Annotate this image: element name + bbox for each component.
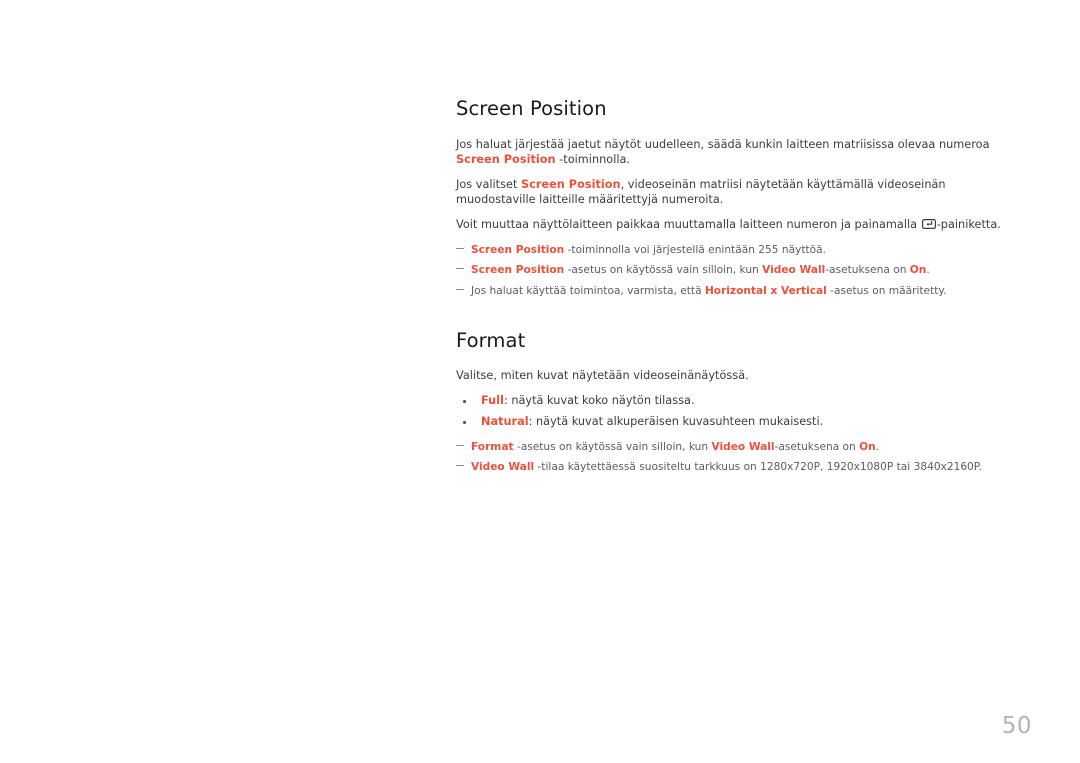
page-content: Screen Position Jos haluat järjestää jae… [456,96,1002,481]
page-number: 50 [1001,713,1032,739]
list-item-text: Natural: näytä kuvat alkuperäisen kuvasu… [481,415,823,428]
enter-key-icon [921,219,936,230]
section-screen-position: Screen Position Jos haluat järjestää jae… [456,96,1002,298]
document-page: Screen Position Jos haluat järjestää jae… [0,0,1080,763]
note-text: Video Wall -tilaa käytettäessä suositelt… [471,461,982,473]
accent-term: On [859,440,876,453]
note-dash-icon [456,268,464,270]
text-run: -asetuksena on [774,440,860,453]
bullet-dot-icon [463,421,466,425]
note-text: Jos haluat käyttää toimintoa, varmista, … [471,285,947,297]
text-run: Voit muuttaa näyttölaitteen paikkaa muut… [456,218,921,232]
text-run: -asetus on käytössä vain silloin, kun [513,440,712,453]
note-dash-icon [456,444,464,446]
text-run: -asetuksena on [825,264,910,277]
list-item: Full: näytä kuvat koko näytön tilassa. [456,394,1002,409]
accent-term: Video Wall [762,264,826,277]
text-run: -asetus on käytössä vain silloin, kun [564,264,763,277]
section-format: Format Valitse, miten kuvat näytetään vi… [456,328,1002,474]
list-item: Natural: näytä kuvat alkuperäisen kuvasu… [456,415,1002,430]
accent-term: Screen Position [521,178,621,192]
note-item: Jos haluat käyttää toimintoa, varmista, … [456,285,1002,298]
note-item: Screen Position -asetus on käytössä vain… [456,264,1002,277]
text-run: Jos haluat käyttää toimintoa, varmista, … [471,284,705,297]
accent-term: Screen Position [456,152,556,166]
note-list-screen-position: Screen Position -toiminnolla voi järjest… [456,244,1002,298]
accent-term: Screen Position [471,264,565,277]
bullet-dot-icon [463,400,466,404]
note-dash-icon [456,464,464,466]
text-run: : näytä kuvat alkuperäisen kuvasuhteen m… [528,415,824,429]
note-item: Screen Position -toiminnolla voi järjest… [456,244,1002,257]
accent-term: Natural [481,415,529,429]
text-run: : näytä kuvat koko näytön tilassa. [503,394,695,408]
paragraph: Jos haluat järjestää jaetut näytöt uudel… [456,138,1002,167]
text-run: -asetus on määritetty. [826,284,947,297]
accent-term: Video Wall [711,440,775,453]
paragraph-group-screen-position: Jos haluat järjestää jaetut näytöt uudel… [456,138,1002,233]
accent-term: Video Wall [471,460,535,473]
note-text: Screen Position -toiminnolla voi järjest… [471,244,826,256]
page-title: Screen Position [456,97,607,120]
text-run: -toiminnolla voi järjestellä enintään 25… [564,243,826,256]
text-run: Jos haluat järjestää jaetut näytöt uudel… [456,138,990,151]
note-item: Video Wall -tilaa käytettäessä suositelt… [456,461,1002,474]
text-run: . [875,440,880,453]
note-text: Screen Position -asetus on käytössä vain… [471,264,930,276]
paragraph: Jos valitset Screen Position, videoseinä… [456,178,1002,207]
text-run: . [926,264,930,277]
accent-term: Full [481,394,504,408]
accent-term: Horizontal x Vertical [704,284,827,297]
bullet-list-format: Full: näytä kuvat koko näytön tilassa. N… [456,394,1002,429]
paragraph: Valitse, miten kuvat näytetään videosein… [456,369,1002,384]
accent-term: Format [471,440,514,453]
section-title-format: Format [456,328,526,352]
text-run: -painiketta. [936,218,1001,232]
note-text: Format -asetus on käytössä vain silloin,… [471,441,879,453]
text-run: -toiminnolla. [555,152,631,166]
accent-term: On [909,264,927,277]
note-dash-icon [456,247,464,249]
text-run: -tilaa käytettäessä suositeltu tarkkuus … [534,460,982,473]
accent-term: Screen Position [471,243,565,256]
list-item-text: Full: näytä kuvat koko näytön tilassa. [481,394,695,407]
text-run: Jos valitset [456,178,522,192]
note-list-format: Format -asetus on käytössä vain silloin,… [456,441,1002,475]
paragraph: Voit muuttaa näyttölaitteen paikkaa muut… [456,218,1002,233]
note-dash-icon [456,288,464,290]
note-item: Format -asetus on käytössä vain silloin,… [456,441,1002,454]
text-run: Valitse, miten kuvat näytetään videosein… [456,368,749,382]
